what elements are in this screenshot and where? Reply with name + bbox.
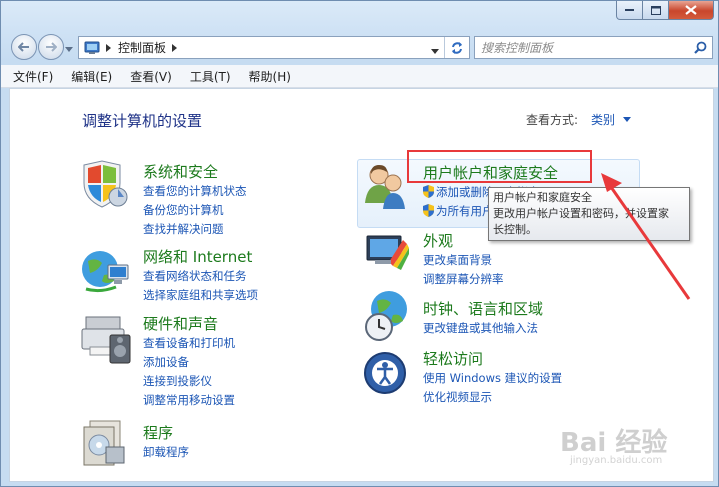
annotation-arrow-icon [601,173,691,300]
control-panel-window: 控制面板 搜索控制面板 文件(F) 编辑(E) 查看(V) 工具(T) 帮助(H… [0,0,719,487]
